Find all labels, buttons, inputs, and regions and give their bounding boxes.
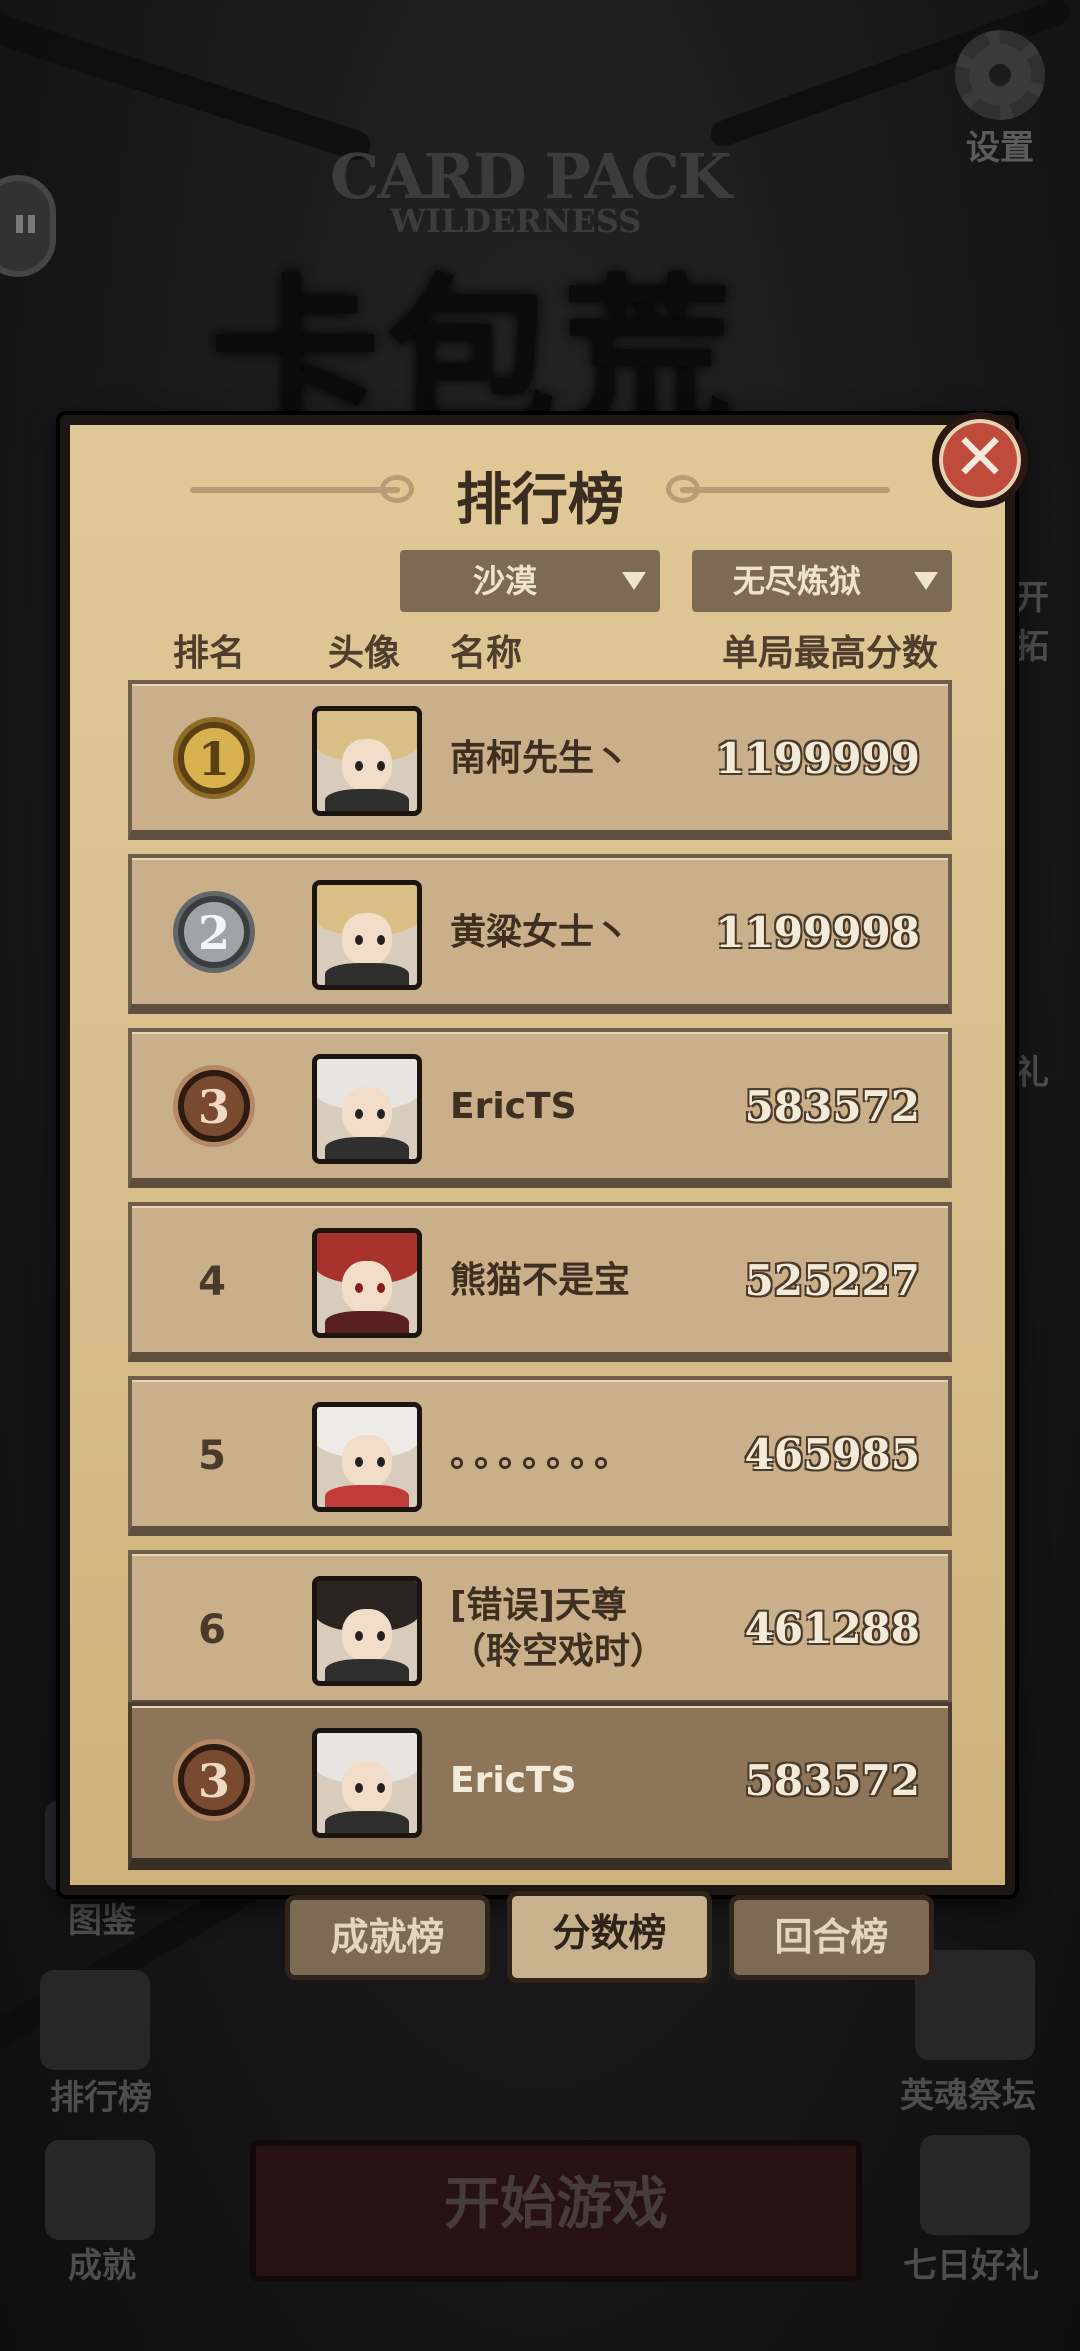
leaderboard-row[interactable]: 1 南柯先生丶 1199999: [128, 680, 952, 840]
avatar[interactable]: [312, 1054, 422, 1164]
header-avatar: 头像: [328, 633, 401, 674]
avatar-eye: [355, 1457, 363, 1467]
avatar-eye: [377, 1783, 385, 1793]
avatar-eye: [377, 1109, 385, 1119]
map-filter-dropdown[interactable]: 沙漠: [400, 550, 660, 612]
leaderboard-row[interactable]: 4 熊猫不是宝 525227: [128, 1202, 952, 1362]
leaderboard-row[interactable]: 5 。。。。。。。 465985: [128, 1376, 952, 1536]
avatar-body: [325, 789, 409, 811]
mode-filter-value: 无尽炼狱: [732, 562, 861, 600]
rank-number: 5: [198, 1433, 226, 1479]
tab-achievement[interactable]: 成就榜: [285, 1895, 490, 1980]
chevron-down-icon: [622, 572, 646, 590]
leaderboard-row[interactable]: 6 [错误]天尊（聆空戏时） 461288: [128, 1550, 952, 1710]
rank-number: 6: [198, 1607, 226, 1653]
player-name: EricTS: [450, 1760, 577, 1801]
header-name: 名称: [450, 633, 523, 674]
avatar-eye: [377, 1283, 385, 1293]
avatar-eye: [377, 1457, 385, 1467]
rank-medal-bronze-icon: 3: [178, 1744, 250, 1816]
rank-medal-gold-icon: 1: [178, 722, 250, 794]
header-score: 单局最高分数: [722, 633, 939, 674]
avatar-body: [325, 963, 409, 985]
player-name: 。。。。。。。: [450, 1434, 637, 1475]
map-filter-value: 沙漠: [472, 562, 537, 600]
mode-filter-dropdown[interactable]: 无尽炼狱: [692, 550, 952, 612]
avatar-body: [325, 1811, 409, 1833]
avatar[interactable]: [312, 706, 422, 816]
player-name: EricTS: [450, 1086, 577, 1127]
player-score: 1199998: [715, 908, 920, 957]
avatar-eye: [355, 1631, 363, 1641]
avatar[interactable]: [312, 880, 422, 990]
rank-medal-silver-icon: 2: [178, 896, 250, 968]
player-score: 525227: [744, 1256, 920, 1305]
avatar-eye: [355, 1109, 363, 1119]
player-score: 461288: [744, 1604, 920, 1653]
my-rank-row[interactable]: 3 EricTS 583572: [128, 1702, 952, 1870]
avatar-eye: [377, 935, 385, 945]
avatar-eye: [355, 761, 363, 771]
player-score: 465985: [744, 1430, 920, 1479]
avatar-body: [325, 1137, 409, 1159]
leaderboard-row[interactable]: 3 EricTS 583572: [128, 1028, 952, 1188]
player-name: [错误]天尊（聆空戏时）: [450, 1585, 667, 1672]
tab-round[interactable]: 回合榜: [729, 1895, 934, 1980]
header-rank: 排名: [173, 633, 246, 674]
leaderboard-row[interactable]: 2 黄粱女士丶 1199998: [128, 854, 952, 1014]
avatar-body: [325, 1485, 409, 1507]
player-name: 黄粱女士丶: [450, 912, 631, 953]
avatar[interactable]: [312, 1402, 422, 1512]
player-score: 1199999: [715, 734, 920, 783]
avatar[interactable]: [312, 1228, 422, 1338]
avatar-eye: [377, 1631, 385, 1641]
chevron-down-icon: [914, 572, 938, 590]
avatar-body: [325, 1659, 409, 1681]
player-score: 583572: [744, 1756, 920, 1805]
avatar-eye: [355, 935, 363, 945]
player-name: 南柯先生丶: [450, 738, 631, 779]
player-score: 583572: [744, 1082, 920, 1131]
avatar[interactable]: [312, 1728, 422, 1838]
player-name: 熊猫不是宝: [450, 1260, 631, 1301]
rank-number: 4: [198, 1259, 226, 1305]
rank-medal-bronze-icon: 3: [178, 1070, 250, 1142]
avatar-eye: [355, 1283, 363, 1293]
tab-score[interactable]: 分数榜: [507, 1891, 712, 1983]
leaderboard-tabs: 成就榜 分数榜 回合榜: [285, 1891, 935, 1983]
avatar[interactable]: [312, 1576, 422, 1686]
avatar-body: [325, 1311, 409, 1333]
panel-title: 排行榜: [456, 468, 624, 533]
avatar-eye: [377, 761, 385, 771]
avatar-eye: [355, 1783, 363, 1793]
